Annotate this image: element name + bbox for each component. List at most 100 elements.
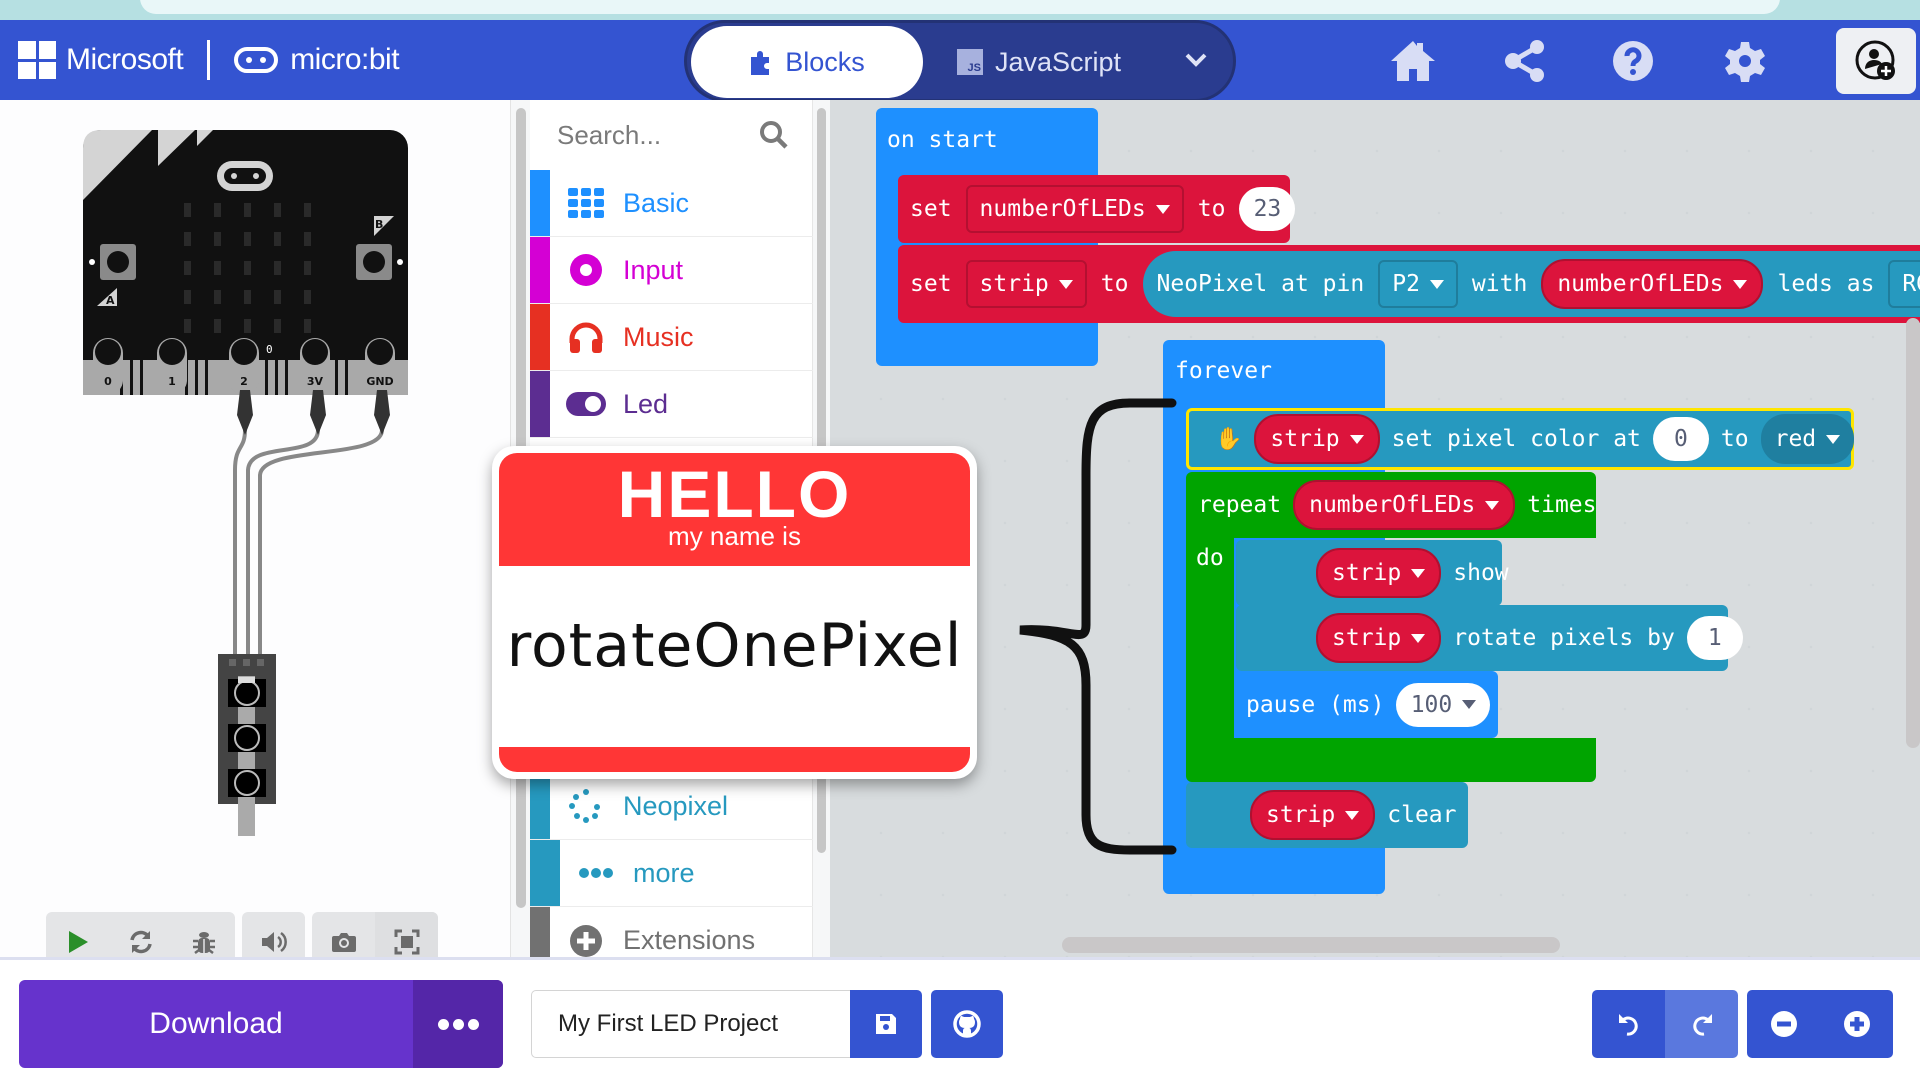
download-more-button[interactable] xyxy=(413,980,503,1068)
category-led[interactable]: Led xyxy=(530,371,813,438)
category-label: Extensions xyxy=(623,925,756,955)
repeat-block[interactable]: repeat numberOfLEDs times xyxy=(1186,472,1597,538)
profile-button[interactable] xyxy=(1836,28,1916,94)
to-keyword: to xyxy=(1720,426,1749,452)
pause-dropdown[interactable]: 100 xyxy=(1396,682,1491,727)
pin-label-gnd: GND xyxy=(366,375,393,388)
button-a-label: A xyxy=(106,294,115,307)
mode-value: RGB ( xyxy=(1902,271,1920,297)
category-more[interactable]: more xyxy=(530,840,813,907)
home-icon[interactable] xyxy=(1388,38,1438,84)
neopixel-create-block[interactable]: NeoPixel at pin P2 with numberOfLEDs led… xyxy=(1142,251,1920,317)
tab-blocks-label: Blocks xyxy=(785,46,865,77)
pin-dropdown[interactable]: P2 xyxy=(1378,260,1458,308)
workspace-vertical-scrollbar[interactable] xyxy=(1906,318,1920,748)
zoom-out-icon xyxy=(1770,1011,1797,1037)
variable-name: strip xyxy=(1332,625,1402,651)
times-keyword: times xyxy=(1527,492,1597,518)
set-number-of-leds-block[interactable]: set numberOfLEDs to 23 xyxy=(898,175,1296,243)
workspace-horizontal-scrollbar[interactable] xyxy=(1062,937,1560,953)
toolbox-search[interactable]: Search... xyxy=(530,100,813,170)
strip-variable[interactable]: strip xyxy=(1316,548,1442,598)
download-button[interactable]: Download xyxy=(19,980,503,1068)
pause-block[interactable]: pause (ms) 100 xyxy=(1236,671,1498,738)
category-input[interactable]: Input xyxy=(530,237,813,304)
dropdown-arrow-icon xyxy=(1462,700,1477,709)
chevron-down-icon[interactable] xyxy=(1181,45,1211,75)
dropdown-arrow-icon xyxy=(1349,434,1364,444)
strip-variable[interactable]: strip xyxy=(1254,414,1380,464)
name-tag-header: HELLO my name is xyxy=(499,453,970,566)
headphones-icon xyxy=(566,317,606,357)
download-label: Download xyxy=(149,1007,283,1040)
strip-clear-block[interactable]: strip clear xyxy=(1186,782,1468,848)
count-variable[interactable]: numberOfLEDs xyxy=(1541,259,1764,309)
zoom-out-button[interactable] xyxy=(1747,990,1820,1058)
dropdown-arrow-icon xyxy=(1058,279,1073,289)
category-label: Music xyxy=(623,321,694,352)
category-neopixel[interactable]: Neopixel xyxy=(530,773,813,840)
brand[interactable]: Microsoft micro:bit xyxy=(18,40,400,80)
more-dots-icon xyxy=(576,853,616,893)
category-music[interactable]: Music xyxy=(530,304,813,371)
zoom-in-button[interactable] xyxy=(1820,990,1893,1058)
set-pixel-color-block[interactable]: ✋ strip set pixel color at 0 to red xyxy=(1186,408,1855,470)
repeat-count-variable[interactable]: numberOfLEDs xyxy=(1293,480,1516,530)
header: Microsoft micro:bit Blocks JS JavaScript xyxy=(0,20,1920,102)
strip-variable[interactable]: strip xyxy=(1316,613,1442,663)
dropdown-arrow-icon xyxy=(1429,279,1444,289)
set-strip-block[interactable]: set strip to NeoPixel at pin P2 with num… xyxy=(898,245,1920,323)
pin-label-3v: 3V xyxy=(307,375,324,388)
search-icon[interactable] xyxy=(759,120,789,150)
redo-button[interactable] xyxy=(1665,990,1738,1058)
variable-name: numberOfLEDs xyxy=(979,196,1146,222)
pin-label-0: 0 xyxy=(104,375,112,388)
help-icon[interactable] xyxy=(1608,38,1658,84)
project-name-input[interactable]: My First LED Project xyxy=(531,990,851,1058)
target-icon xyxy=(566,250,606,290)
undo-icon xyxy=(1618,1014,1638,1036)
brand-microsoft: Microsoft xyxy=(66,43,184,76)
category-label: Input xyxy=(623,254,684,285)
camera-icon xyxy=(331,932,356,952)
github-icon xyxy=(953,1010,981,1038)
zoom-in-icon xyxy=(1843,1011,1870,1037)
editor-toggle: Blocks JS JavaScript xyxy=(684,20,1236,102)
puzzle-icon xyxy=(751,51,770,75)
curly-brace-annotation xyxy=(1019,398,1177,855)
variable-name: strip xyxy=(1266,802,1336,828)
neopixel-label: NeoPixel at pin xyxy=(1156,271,1365,297)
category-basic[interactable]: Basic xyxy=(530,170,813,237)
rotate-amount-input[interactable]: 1 xyxy=(1686,616,1743,660)
repeat-block-footer xyxy=(1186,738,1596,782)
tab-blocks[interactable]: Blocks xyxy=(691,26,923,98)
variable-dropdown[interactable]: strip xyxy=(965,260,1087,308)
tab-javascript[interactable]: JS JavaScript xyxy=(957,26,1121,98)
microsoft-logo-icon xyxy=(18,41,56,79)
strip-variable[interactable]: strip xyxy=(1250,790,1376,840)
undo-button[interactable] xyxy=(1592,990,1665,1058)
share-icon[interactable] xyxy=(1500,38,1550,84)
pin2-value: 0 xyxy=(266,343,273,356)
do-keyword: do xyxy=(1196,545,1224,571)
github-button[interactable] xyxy=(931,990,1003,1058)
index-input[interactable]: 0 xyxy=(1652,417,1709,461)
save-button[interactable] xyxy=(850,990,922,1058)
neopixel-strip[interactable] xyxy=(217,654,277,839)
search-input[interactable]: Search... xyxy=(557,120,661,151)
category-label: Basic xyxy=(623,187,690,218)
dropdown-arrow-icon xyxy=(1345,810,1360,820)
microbit-board[interactable]: A B 0 1 2 3V GND 0 xyxy=(80,128,415,398)
rotate-pixels-block[interactable]: strip rotate pixels by 1 xyxy=(1236,605,1743,671)
strip-show-block[interactable]: strip show xyxy=(1236,540,1509,606)
color-dropdown[interactable]: red xyxy=(1760,414,1855,464)
number-input[interactable]: 23 xyxy=(1239,187,1296,231)
to-keyword: to xyxy=(1197,196,1226,222)
mode-dropdown[interactable]: RGB ( xyxy=(1888,260,1920,308)
set-pixel-label: set pixel color at xyxy=(1391,426,1641,452)
js-icon: JS xyxy=(957,49,983,75)
color-value: red xyxy=(1774,426,1817,452)
neopixel-wires xyxy=(233,390,390,660)
settings-icon[interactable] xyxy=(1720,38,1770,84)
variable-dropdown[interactable]: numberOfLEDs xyxy=(965,185,1184,233)
